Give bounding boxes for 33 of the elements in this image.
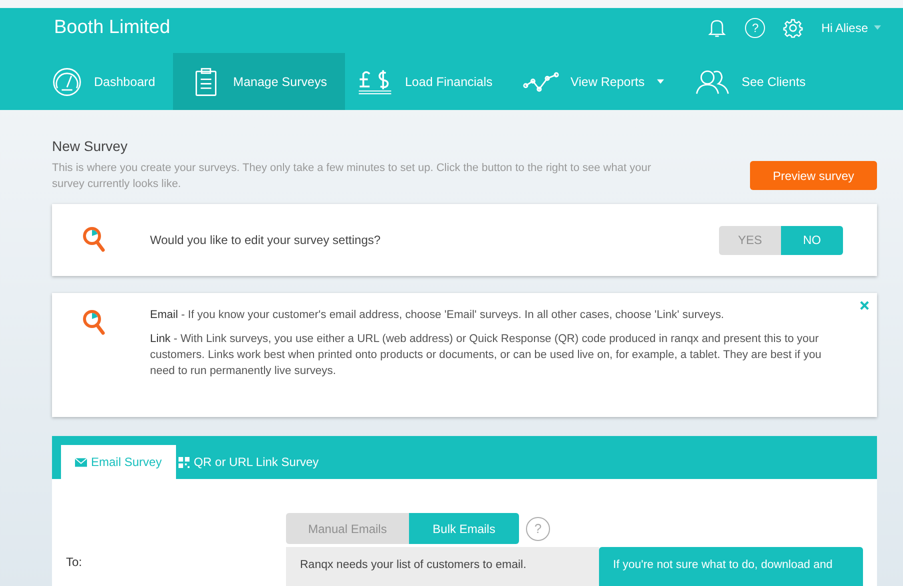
toggle-option[interactable]: YES [719,226,781,254]
caret-icon [874,25,881,30]
user-menu[interactable]: Hi Aliese [821,20,881,34]
mode-option[interactable]: Manual Emails [286,513,409,544]
app-title: Booth Limited [54,16,170,38]
nav-item[interactable]: Manage Surveys [173,53,345,110]
magnifier-icon [82,309,106,337]
close-icon[interactable] [860,301,869,310]
info-paragraph: Link - With Link surveys, you use either a URL (web address) or Quick Response (QR) code produced in ranqx and present this to your customers. Links work best when printed onto products or documents, or can be used live on, for example, a tablet. They are best if you need to run permanently live surveys. [150,332,822,379]
preview-survey-button[interactable]: Preview survey [750,161,877,190]
nav-item[interactable]: Load Financials [344,53,511,110]
envelope-icon [75,456,87,468]
magnifier-icon [82,226,106,254]
survey-tab[interactable]: Email Survey [61,445,176,479]
settings-question: Would you like to edit your survey settings? [150,233,382,247]
info-paragraph: Email - If you know your customer's email address, choose 'Email' surveys. In all other cases, choose 'Link' surveys. [150,308,726,323]
instructions-text: Ranqx needs your list of customers to email. [300,559,526,571]
help-button[interactable]: ? [526,516,550,540]
nav-item[interactable]: See Clients [682,53,824,110]
help-button[interactable]: ? [745,18,766,38]
nav-item[interactable]: View Reports [510,53,682,110]
toggle-option[interactable]: NO [781,226,843,254]
to-label: To: [65,554,84,571]
page-description: This is where you create your surveys. They only take a few minutes to set up. Click the button to the right to see what your survey currently looks like. [52,161,652,192]
survey-tab[interactable]: QR or URL Link Survey [176,445,333,479]
mode-option[interactable]: Bulk Emails [409,513,519,544]
page-title: New Survey [52,138,128,154]
tip-text: If you're not sure what to do, download and [613,559,833,571]
bell-icon[interactable] [707,18,728,38]
settings-icon[interactable] [783,18,804,38]
qr-code-icon [178,456,190,468]
nav-item[interactable]: Dashboard [40,53,174,110]
speedometer-icon [52,66,82,96]
